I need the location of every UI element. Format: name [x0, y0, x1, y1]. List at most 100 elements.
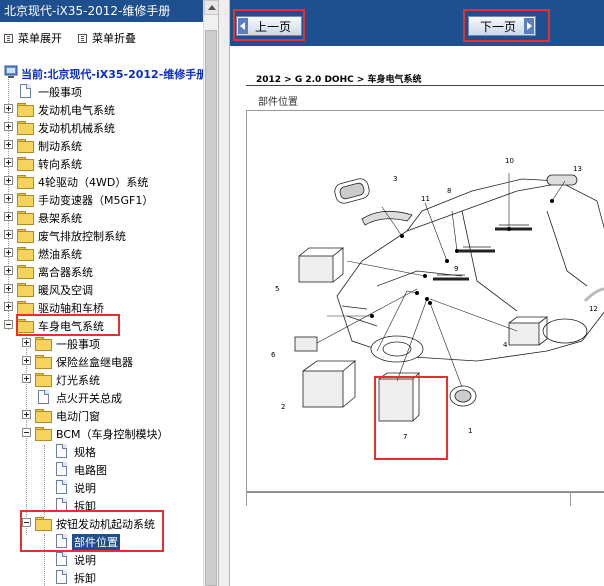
- doc-icon: [56, 552, 67, 566]
- expand-plus-icon[interactable]: [22, 356, 31, 365]
- expand-plus-icon[interactable]: [4, 266, 13, 275]
- doc-icon: [56, 480, 67, 494]
- callout-1: 1: [468, 427, 472, 435]
- tree-item[interactable]: 手动变速器（M5GF1）: [0, 190, 200, 208]
- expand-plus-icon[interactable]: [4, 230, 13, 239]
- part-1-start-button: [449, 385, 477, 407]
- tree-item[interactable]: 电动门窗: [0, 406, 200, 424]
- folder-icon: [17, 265, 34, 279]
- prev-page-label: 上一页: [254, 19, 291, 34]
- collapse-minus-icon[interactable]: [4, 320, 13, 329]
- expand-plus-icon[interactable]: [22, 374, 31, 383]
- doc-icon: [56, 498, 67, 512]
- document-breadcrumb: 2012 > G 2.0 DOHC > 车身电气系统: [256, 75, 422, 85]
- expand-plus-icon[interactable]: [4, 212, 13, 221]
- tree-item-selected[interactable]: 部件位置: [0, 532, 200, 550]
- scroll-thumb[interactable]: [205, 30, 217, 586]
- tree-item[interactable]: 发动机机械系统: [0, 118, 200, 136]
- expand-plus-icon[interactable]: [4, 158, 13, 167]
- tree-item[interactable]: 驱动轴和车桥: [0, 298, 200, 316]
- component-location-figure: 1 2 3 4 5 6 7 8 9 10 11 12 13: [246, 110, 604, 492]
- tree-item-label: 废气排放控制系统: [38, 230, 126, 243]
- expand-plus-icon[interactable]: [4, 176, 13, 185]
- collapse-minus-icon[interactable]: [22, 518, 31, 527]
- tree-item-label: 车身电气系统: [38, 320, 104, 333]
- tree-item[interactable]: 说明: [0, 550, 200, 568]
- callout-8: 8: [447, 187, 451, 195]
- folder-icon: [17, 283, 34, 297]
- tree-item[interactable]: 一般事项: [0, 82, 200, 100]
- scroll-up-button[interactable]: [204, 0, 218, 15]
- tree-item[interactable]: 转向系统: [0, 154, 200, 172]
- pane-divider[interactable]: [218, 0, 230, 586]
- expand-plus-icon[interactable]: [22, 338, 31, 347]
- tree-item-label: 说明: [74, 554, 96, 567]
- figure-bottom-rule: [246, 492, 604, 493]
- tree-item[interactable]: 电路图: [0, 460, 200, 478]
- tree-item[interactable]: 离合器系统: [0, 262, 200, 280]
- callout-7: 7: [403, 433, 407, 441]
- tree-item[interactable]: 制动系统: [0, 136, 200, 154]
- expand-plus-icon[interactable]: [4, 248, 13, 257]
- collapse-minus-icon[interactable]: [22, 428, 31, 437]
- doc-icon: [56, 570, 67, 584]
- tree-item-label: 一般事项: [38, 86, 82, 99]
- tree-item[interactable]: 燃油系统: [0, 244, 200, 262]
- part-3-smart-key: [334, 178, 370, 204]
- tree-item-bcm[interactable]: BCM（车身控制模块）: [0, 424, 200, 442]
- next-page-label: 下一页: [479, 19, 516, 34]
- doc-icon: [56, 444, 67, 458]
- tree-item-label: BCM（车身控制模块）: [56, 428, 169, 441]
- folder-icon: [35, 409, 52, 423]
- tree-item[interactable]: 发动机电气系统: [0, 100, 200, 118]
- tree-item[interactable]: 暖风及空调: [0, 280, 200, 298]
- tree-item-label: 4轮驱动（4WD）系统: [38, 176, 149, 189]
- tree-item[interactable]: 废气排放控制系统: [0, 226, 200, 244]
- tree-item-push-button-start[interactable]: 按钮发动机起动系统: [0, 514, 200, 532]
- left-scrollbar[interactable]: [203, 0, 218, 586]
- tree-item[interactable]: 规格: [0, 442, 200, 460]
- expand-plus-icon[interactable]: [4, 302, 13, 311]
- tree-item[interactable]: 一般事项: [0, 334, 200, 352]
- computer-icon: [4, 65, 18, 78]
- arrow-right-icon: [524, 18, 534, 34]
- tree-root[interactable]: 当前:北京现代-iX35-2012-维修手册: [4, 64, 207, 82]
- tree-item-label: 说明: [74, 482, 96, 495]
- next-page-button[interactable]: 下一页: [468, 16, 536, 36]
- part-7-control-module: [378, 372, 420, 422]
- menu-collapse-label: 菜单折叠: [92, 32, 136, 45]
- expand-plus-icon[interactable]: [22, 410, 31, 419]
- part-2-control-unit: [302, 360, 357, 408]
- folder-open-icon: [17, 319, 34, 333]
- expand-plus-icon[interactable]: [4, 122, 13, 131]
- menu-icon: [78, 33, 87, 43]
- doc-icon: [56, 462, 67, 476]
- tree-item[interactable]: 拆卸: [0, 568, 200, 586]
- tree-item-body-electrical[interactable]: 车身电气系统: [0, 316, 200, 334]
- prev-page-button[interactable]: 上一页: [236, 16, 302, 36]
- expand-plus-icon[interactable]: [4, 194, 13, 203]
- tree-item[interactable]: 保险丝盒继电器: [0, 352, 200, 370]
- tree-item[interactable]: 灯光系统: [0, 370, 200, 388]
- content-pane: 上一页 下一页 2012 > G 2.0 DOHC > 车身电气系统 部件位置: [230, 0, 604, 586]
- tree-item[interactable]: 悬架系统: [0, 208, 200, 226]
- expand-plus-icon[interactable]: [4, 284, 13, 293]
- tree-item[interactable]: 说明: [0, 478, 200, 496]
- menu-expand-button[interactable]: 菜单展开: [4, 30, 62, 46]
- callout-4: 4: [503, 341, 508, 349]
- menu-collapse-button[interactable]: 菜单折叠: [78, 30, 136, 46]
- folder-open-icon: [35, 427, 52, 441]
- tree-item-label: 规格: [74, 446, 96, 459]
- tree-item-label: 电动门窗: [56, 410, 100, 423]
- tree-item[interactable]: 4轮驱动（4WD）系统: [0, 172, 200, 190]
- expand-plus-icon[interactable]: [4, 104, 13, 113]
- section-title: 部件位置: [258, 97, 298, 108]
- tree-item-label: 转向系统: [38, 158, 82, 171]
- expand-plus-icon[interactable]: [4, 140, 13, 149]
- tree-item-label: 驱动轴和车桥: [38, 302, 104, 315]
- tree-item-label: 一般事项: [56, 338, 100, 351]
- callout-10: 10: [505, 157, 514, 165]
- tree-item[interactable]: 拆卸: [0, 496, 200, 514]
- doc-icon: [20, 84, 31, 98]
- tree-item[interactable]: 点火开关总成: [0, 388, 200, 406]
